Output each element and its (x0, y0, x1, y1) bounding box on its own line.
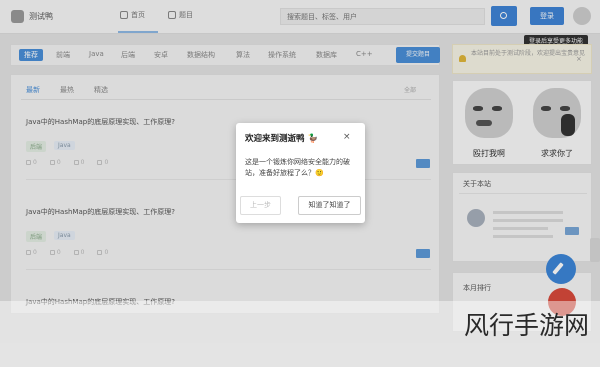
welcome-dialog: 欢迎来到测逝鸭 🦆 × 这是一个锻炼你网络安全能力的破站，准备好旅程了么？🙂 上… (236, 123, 365, 223)
dialog-message: 这是一个锻炼你网络安全能力的破站，准备好旅程了么？🙂 (245, 158, 350, 177)
previous-step-button[interactable]: 上一步 (240, 196, 281, 215)
dialog-title: 欢迎来到测逝鸭 🦆 (245, 134, 319, 144)
acknowledge-button[interactable]: 知道了知道了 (298, 196, 361, 215)
dialog-close-button[interactable]: × (343, 132, 351, 142)
watermark-text: 风行手游网 (464, 311, 590, 340)
